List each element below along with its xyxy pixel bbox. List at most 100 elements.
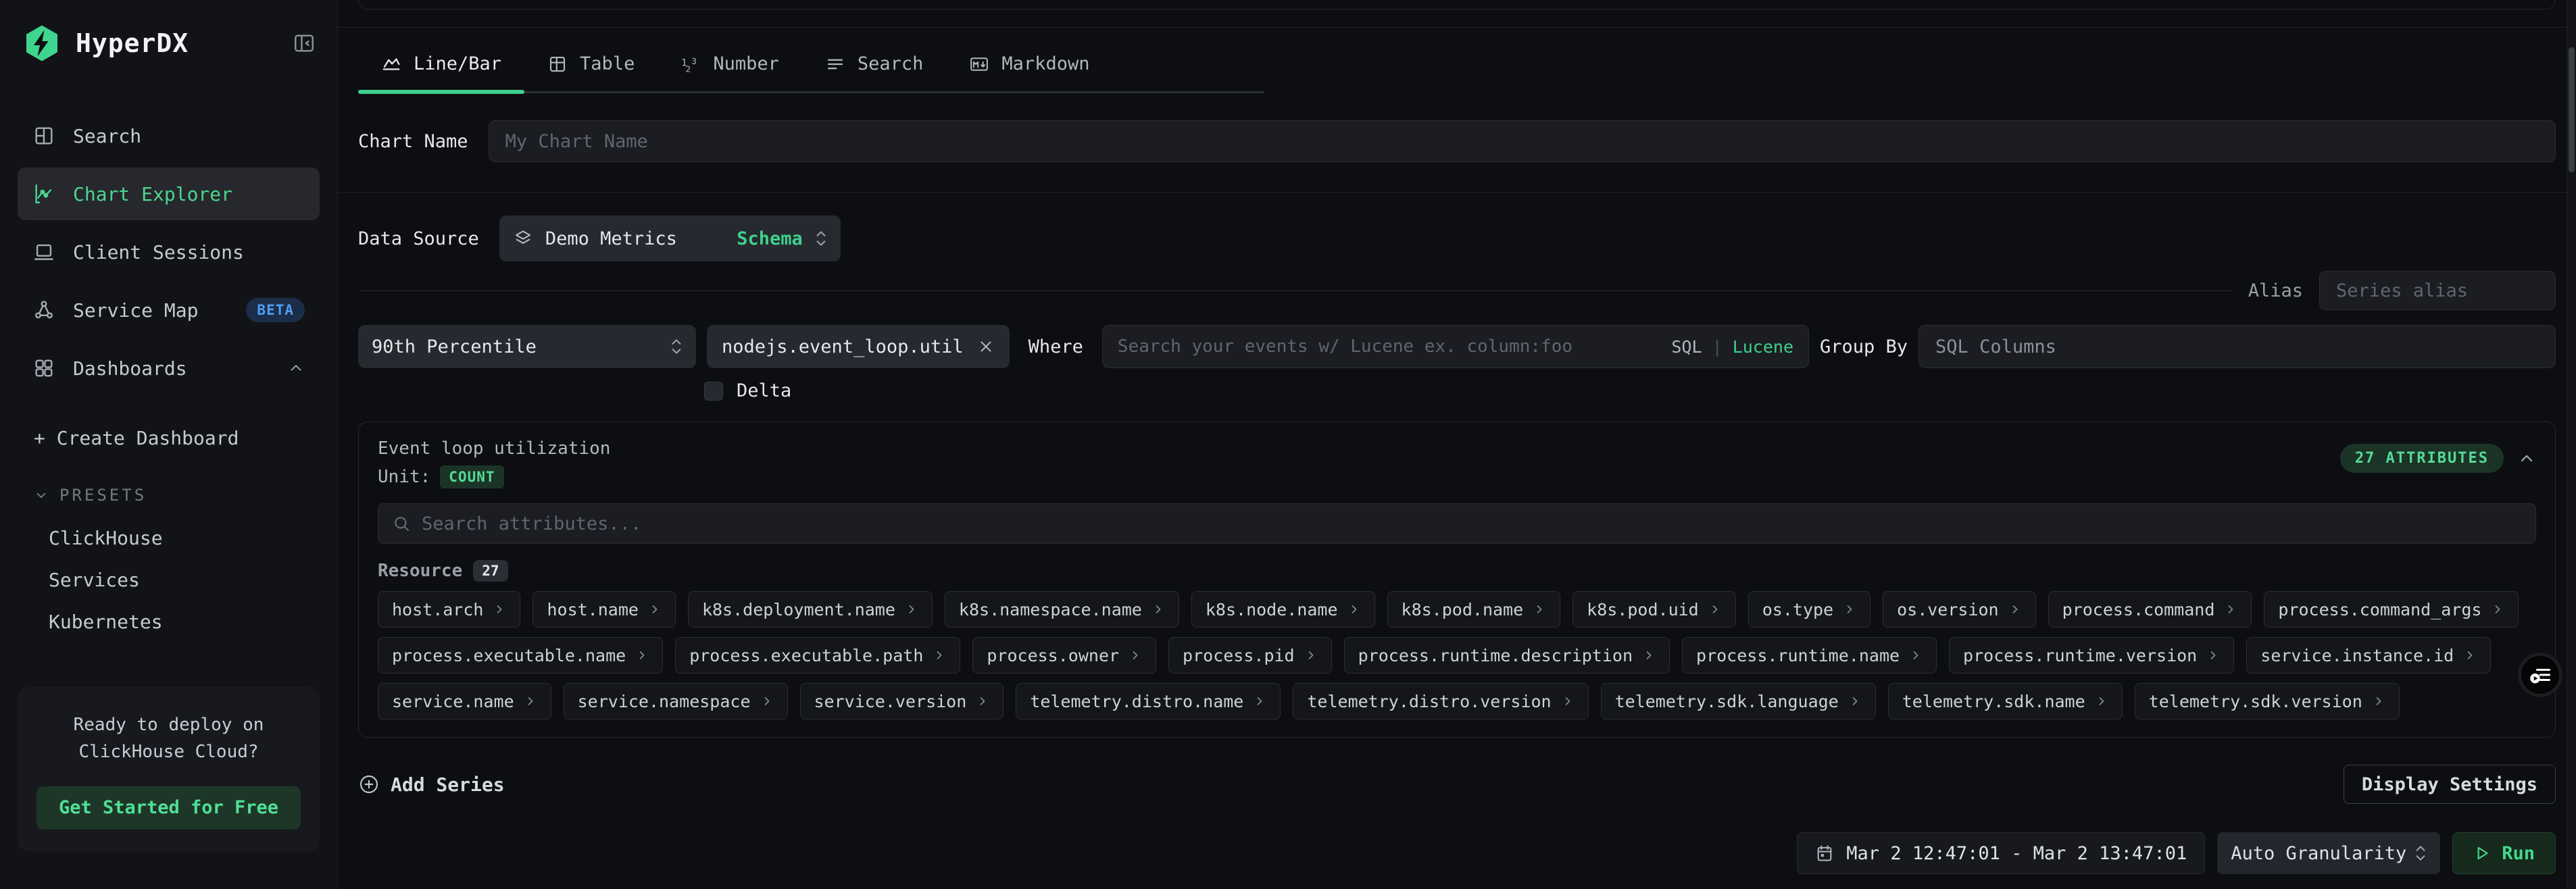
where-search-input[interactable]: Search your events w/ Lucene ex. column:… [1102,325,1809,368]
search-icon [392,514,411,533]
attribute-chip[interactable]: os.version [1883,591,2036,628]
attribute-chip[interactable]: service.name [378,683,551,719]
attribute-name: k8s.deployment.name [702,600,895,619]
attribute-name: telemetry.distro.version [1307,692,1551,711]
series-actions-row: Add Series Display Settings [358,765,2556,804]
sidebar-item-chart-explorer[interactable]: Chart Explorer [18,168,320,220]
schema-link[interactable]: Schema [737,228,803,249]
create-dashboard-button[interactable]: + Create Dashboard [34,427,320,449]
series-editor-row: 90th Percentile nodejs.event_loop.util W… [358,325,2556,368]
sidebar-item-label: Chart Explorer [73,183,232,205]
attribute-chip[interactable]: host.name [532,591,675,628]
collapse-attributes-button[interactable] [2517,449,2536,468]
scrollbar-thumb[interactable] [2569,47,2575,172]
series-options-floating-button[interactable] [2518,653,2562,697]
chart-name-input[interactable] [489,120,2556,162]
add-series-button[interactable]: Add Series [358,773,505,796]
preset-item[interactable]: ClickHouse [49,517,320,559]
attribute-name: telemetry.sdk.language [1615,692,1839,711]
plus-circle-icon [358,773,380,795]
attribute-chip[interactable]: telemetry.sdk.language [1601,683,1876,719]
chevron-right-icon [524,694,537,708]
attribute-chip[interactable]: telemetry.sdk.version [2135,683,2400,719]
attribute-chips: host.arch host.name k8s.deployment.name [378,591,2536,719]
date-range-picker[interactable]: Mar 2 12:47:01 - Mar 2 13:47:01 [1797,832,2205,874]
preset-item[interactable]: Kubernetes [49,601,320,642]
attribute-chip[interactable]: k8s.pod.uid [1572,591,1736,628]
tab-label: Table [580,53,635,74]
attribute-chip[interactable]: process.owner [972,637,1156,674]
attribute-chip[interactable]: process.pid [1168,637,1332,674]
metric-field-chip[interactable]: nodejs.event_loop.util [707,325,1010,368]
attribute-chip[interactable]: process.runtime.name [1682,637,1937,674]
tab-table[interactable]: Table [524,44,658,93]
tab-line-bar[interactable]: Line/Bar [358,44,524,93]
attribute-name: process.owner [987,646,1119,665]
attribute-chip[interactable]: service.version [800,683,1004,719]
presets-label: PRESETS [59,486,147,505]
attribute-chip[interactable]: os.type [1748,591,1871,628]
data-source-row: Data Source Demo Metrics Schema [358,215,2556,261]
tab-number[interactable]: 123 Number [658,44,802,93]
delta-checkbox[interactable] [704,382,723,401]
number-icon: 123 [680,54,701,74]
sidebar-item-dashboards[interactable]: Dashboards [18,342,320,395]
attribute-search-input[interactable] [422,513,2522,534]
display-settings-button[interactable]: Display Settings [2344,765,2556,804]
delta-row: Delta [704,380,2556,401]
sidebar: HyperDX Search Chart Explorer Client Ses… [0,0,338,889]
chevron-right-icon [1129,649,1142,662]
attribute-chip[interactable]: process.runtime.version [1949,637,2234,674]
tab-search[interactable]: Search [802,44,947,93]
sidebar-item-label: Search [73,125,141,147]
sidebar-item-label: Client Sessions [73,241,244,263]
attribute-chip[interactable]: host.arch [378,591,520,628]
series-alias-input[interactable] [2319,271,2556,310]
play-icon [2473,844,2491,862]
granularity-select[interactable]: Auto Granularity [2217,832,2440,874]
chevron-right-icon [905,603,918,616]
attribute-chip[interactable]: service.instance.id [2246,637,2491,674]
markdown-icon [969,54,989,74]
attribute-chip[interactable]: process.executable.path [675,637,960,674]
run-button[interactable]: Run [2452,832,2556,874]
sidebar-item-search[interactable]: Search [18,109,320,162]
attribute-name: process.executable.path [689,646,923,665]
tab-label: Line/Bar [414,53,501,74]
lucene-toggle[interactable]: Lucene [1733,337,1793,357]
attribute-chip[interactable]: k8s.deployment.name [688,591,933,628]
layers-icon [513,228,533,249]
svg-text:2: 2 [686,63,691,74]
attribute-chip[interactable]: process.command [2048,591,2252,628]
data-source-select[interactable]: Demo Metrics Schema [499,215,841,261]
presets-toggle[interactable]: PRESETS [34,486,320,505]
attribute-chip[interactable]: telemetry.distro.version [1293,683,1588,719]
attribute-name: os.version [1897,600,1999,619]
laptop-icon [32,240,55,263]
data-source-label: Data Source [358,228,479,249]
attribute-chip[interactable]: process.executable.name [378,637,663,674]
attribute-chip[interactable]: k8s.pod.name [1387,591,1561,628]
attribute-chip[interactable]: k8s.namespace.name [945,591,1179,628]
sql-toggle[interactable]: SQL [1671,337,1702,357]
sidebar-item-client-sessions[interactable]: Client Sessions [18,226,320,278]
preset-item[interactable]: Services [49,559,320,601]
collapse-sidebar-button[interactable] [293,32,316,55]
attribute-name: process.command_args [2278,600,2481,619]
data-source-value: Demo Metrics [545,228,677,249]
list-icon [825,54,845,74]
attribute-chip[interactable]: telemetry.sdk.name [1888,683,2123,719]
attribute-chip[interactable]: process.command_args [2264,591,2519,628]
tab-markdown[interactable]: Markdown [946,44,1112,93]
attribute-chip[interactable]: telemetry.distro.name [1016,683,1281,719]
attribute-chip[interactable]: service.namespace [564,683,788,719]
sidebar-item-service-map[interactable]: Service Map BETA [18,284,320,336]
page-scrollbar[interactable] [2567,0,2576,889]
get-started-button[interactable]: Get Started for Free [36,786,301,830]
attribute-chip[interactable]: k8s.node.name [1191,591,1375,628]
attribute-chip[interactable]: process.runtime.description [1344,637,1670,674]
aggregation-select[interactable]: 90th Percentile [358,325,696,368]
group-by-input[interactable] [1918,325,2556,368]
close-icon[interactable] [977,338,995,355]
chart-explorer-icon [32,182,55,205]
